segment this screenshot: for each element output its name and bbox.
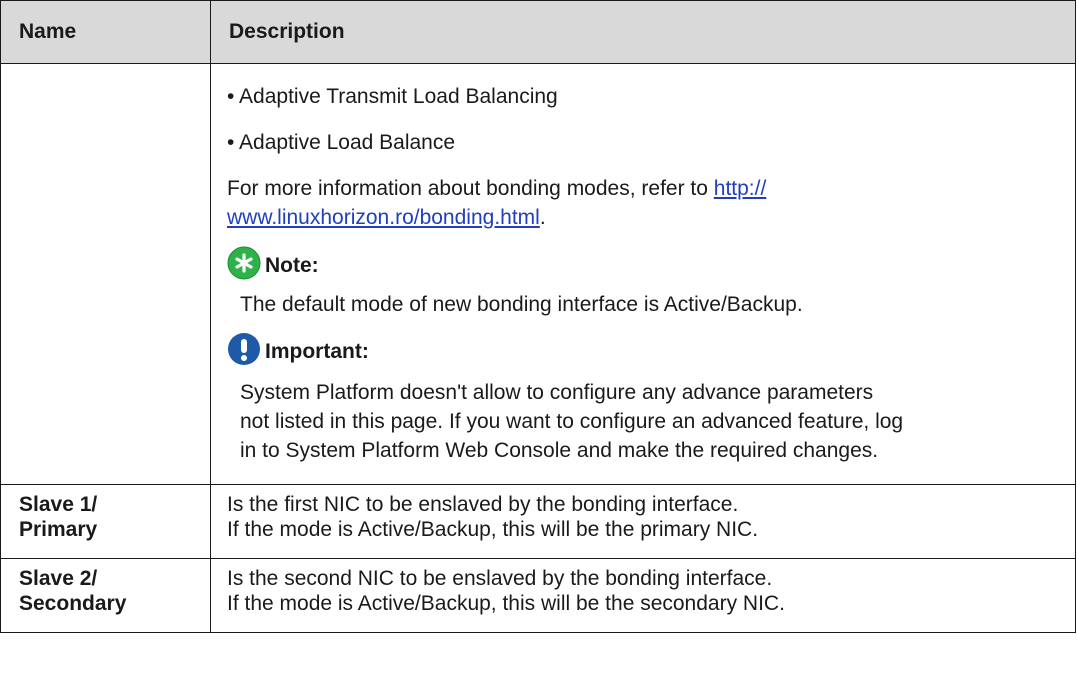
slave-1-name: Slave 1/ Primary [0,484,211,559]
important-line: in to System Platform Web Console and ma… [240,439,879,462]
slave-2-description: Is the second NIC to be enslaved by the … [210,558,1076,633]
bullet-item: • Adaptive Transmit Load Balancing [227,85,558,108]
more-info-suffix: . [539,206,546,229]
important-line: not listed in this page. If you want to … [240,410,904,433]
table-row: Slave 2/ Secondary Is the second NIC to … [0,558,1076,633]
table-row: Slave 1/ Primary Is the first NIC to be … [0,484,1076,559]
mode-description-cell: • Adaptive Transmit Load Balancing • Ada… [210,63,1076,485]
note-star-icon [227,246,261,280]
bullet-item: • Adaptive Load Balance [227,131,456,154]
parameters-table: Name Description • Adaptive Transmit Loa… [0,0,1076,633]
important-text: System Platform doesn't allow to configu… [211,366,1075,465]
table-header-row: Name Description [0,0,1076,64]
important-line: System Platform doesn't allow to configu… [240,381,874,404]
header-description: Description [210,0,1076,64]
slave-1-description: Is the first NIC to be enslaved by the b… [210,484,1076,559]
mode-name-cell [0,63,211,485]
note-label: Note: [265,254,319,277]
table-row-mode: • Adaptive Transmit Load Balancing • Ada… [0,63,1076,485]
exclamation-icon [228,333,260,365]
note-heading: Note: [211,246,1075,280]
header-name: Name [0,0,211,64]
important-label: Important: [265,340,369,363]
note-text: The default mode of new bonding interfac… [240,293,803,316]
slave-2-name: Slave 2/ Secondary [0,558,211,633]
more-info-prefix: For more information about bonding modes… [227,177,714,200]
more-info-paragraph: For more information about bonding modes… [211,156,1075,232]
important-heading: Important: [211,332,1075,366]
